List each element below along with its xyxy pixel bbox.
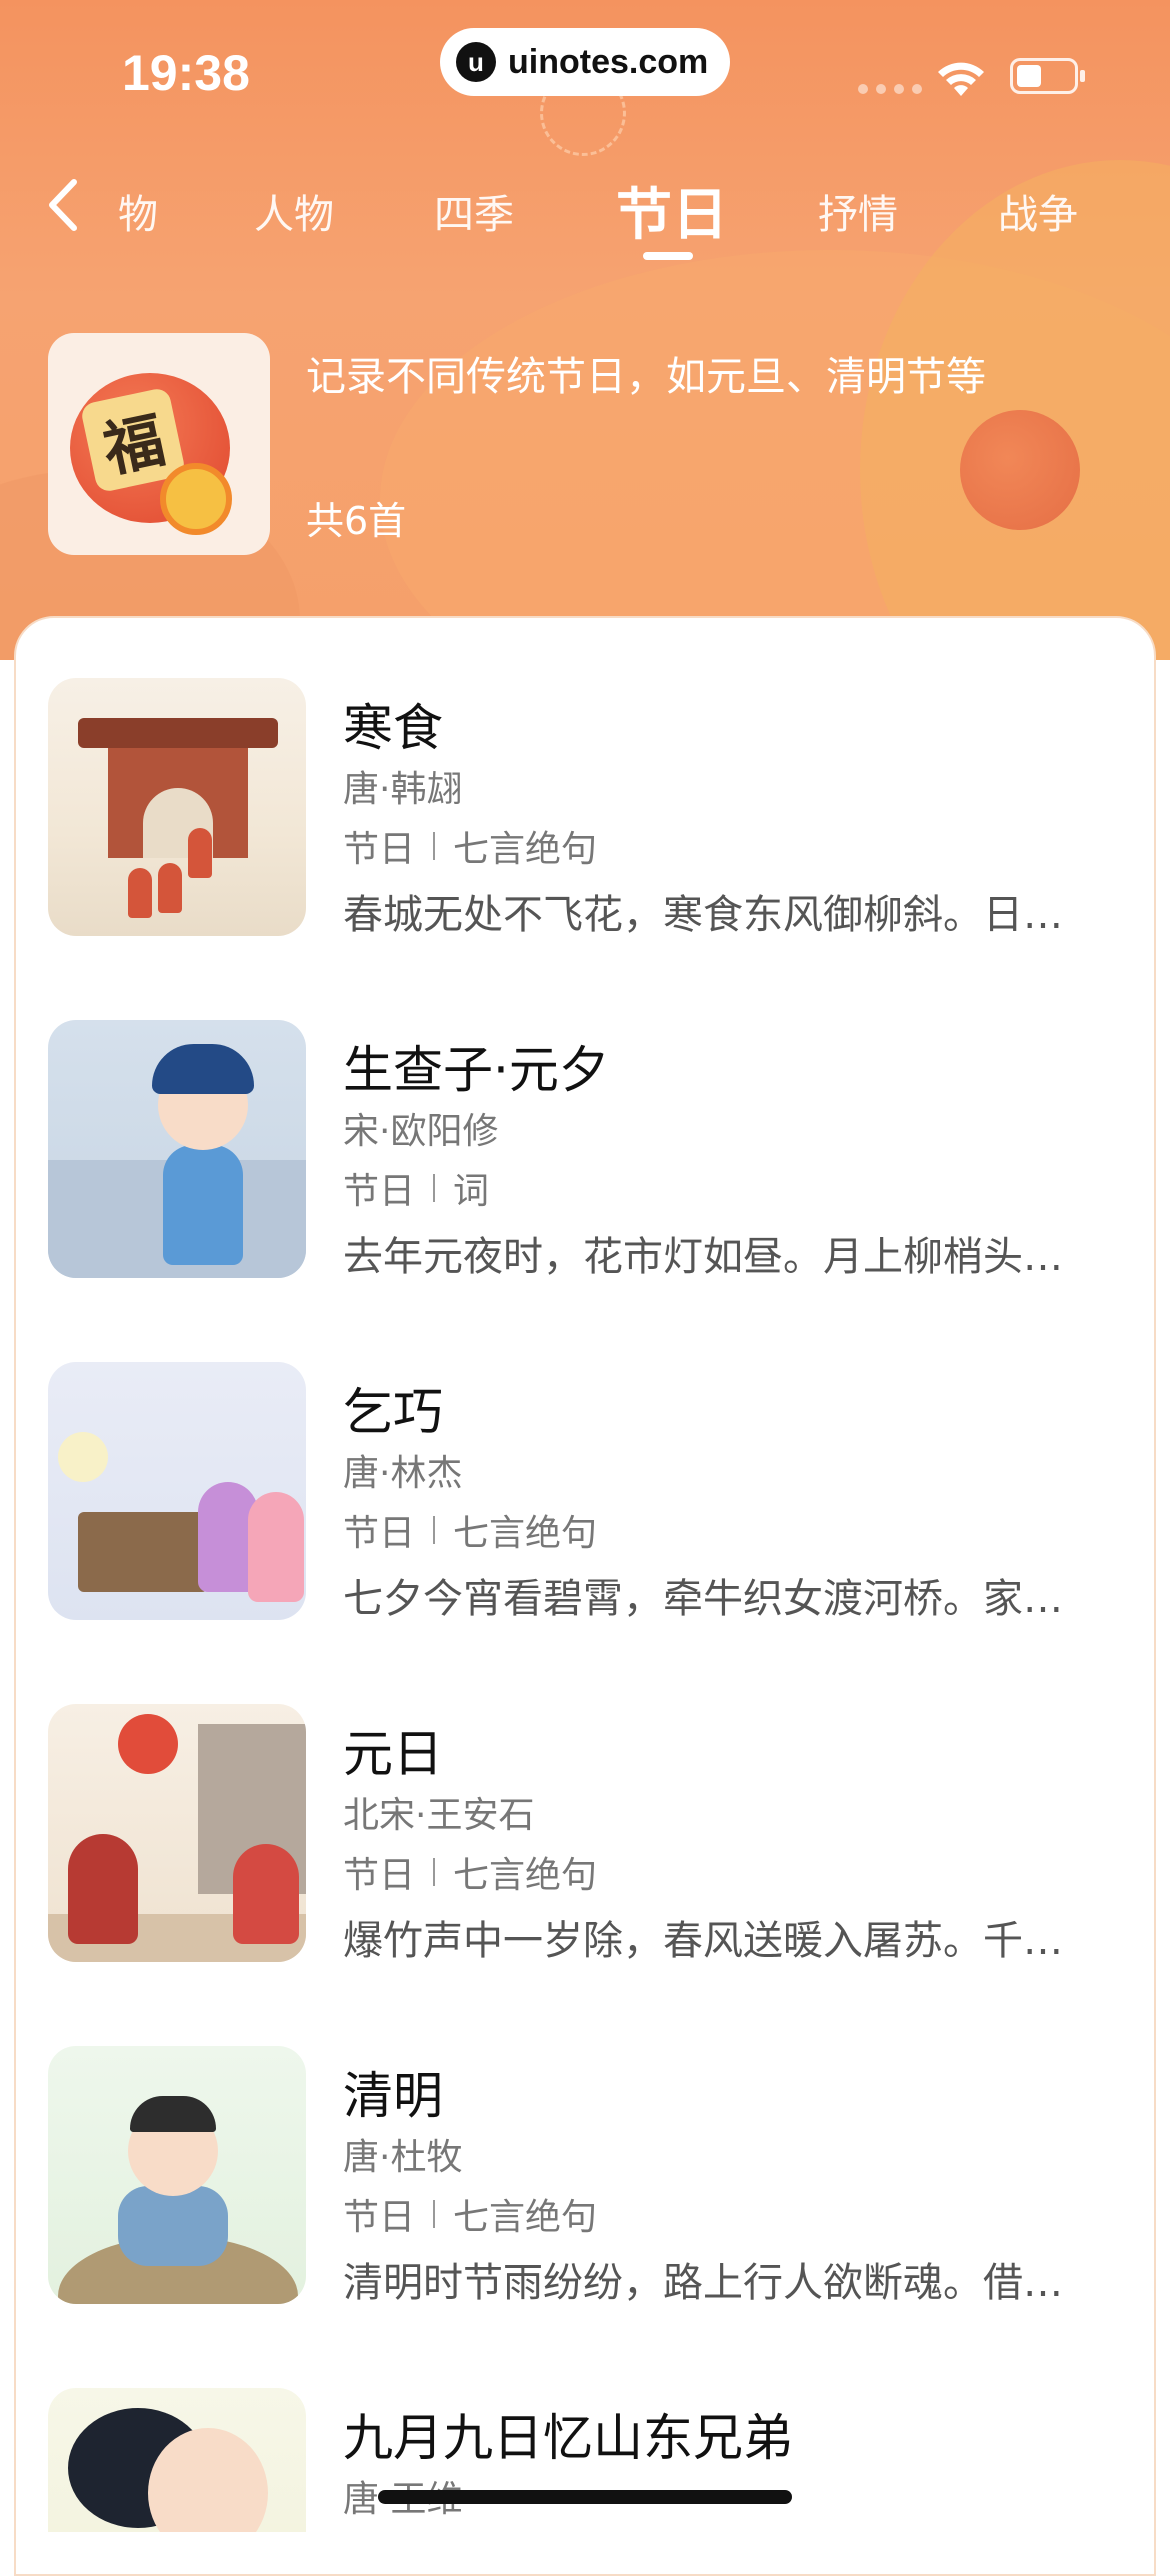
battery-icon — [1010, 58, 1078, 94]
poem-list-item[interactable]: 元日 北宋·王安石 节日 七言绝句 爆竹声中一岁除，春风送暖入屠苏。千… — [0, 1704, 1170, 1984]
poem-category-tag: 节日 — [343, 1855, 416, 1896]
poem-form-tag: 七言绝句 — [453, 1855, 598, 1896]
poem-list-item[interactable]: 清明 唐·杜牧 节日 七言绝句 清明时节雨纷纷，路上行人欲断魂。借… — [0, 2046, 1170, 2326]
poem-count: 共6首 — [306, 499, 407, 543]
poem-title: 生查子·元夕 — [343, 1041, 609, 1099]
poem-author: 唐·林杰 — [343, 1453, 463, 1494]
coin-illustration — [160, 463, 232, 535]
poem-list-item[interactable]: 寒食 唐·韩翃 节日 七言绝句 春城无处不飞花，寒食东风御柳斜。日… — [0, 678, 1170, 958]
poem-title: 清明 — [343, 2067, 443, 2125]
poem-form-tag: 词 — [453, 1171, 490, 1212]
tab-renwu[interactable]: 人物 — [254, 182, 334, 240]
poem-tags: 节日 七言绝句 — [343, 1846, 597, 1898]
poem-list-item[interactable]: 生查子·元夕 宋·欧阳修 节日 词 去年元夜时，花市灯如昼。月上柳梢头… — [0, 1020, 1170, 1300]
poem-thumbnail — [48, 2046, 306, 2304]
poem-title: 寒食 — [343, 699, 443, 757]
poem-tags: 节日 七言绝句 — [343, 2188, 597, 2240]
poem-excerpt: 春城无处不飞花，寒食东风御柳斜。日… — [343, 892, 1063, 938]
poem-form-tag: 七言绝句 — [453, 829, 598, 870]
category-thumbnail: 福 — [48, 333, 270, 555]
poem-category-tag: 节日 — [343, 829, 416, 870]
poem-thumbnail — [48, 1704, 306, 1962]
poem-excerpt: 去年元夜时，花市灯如昼。月上柳梢头… — [343, 1234, 1063, 1280]
poem-author: 北宋·王安石 — [343, 1795, 535, 1836]
poem-list-item[interactable]: 九月九日忆山东兄弟 唐·王维 — [0, 2388, 1170, 2532]
tag-separator — [433, 832, 436, 860]
tab-zhanzheng[interactable]: 战争 — [998, 182, 1078, 240]
poem-title: 元日 — [343, 1725, 443, 1783]
category-description: 记录不同传统节日，如元旦、清明节等 — [306, 354, 986, 400]
tab-shuqing[interactable]: 抒情 — [818, 182, 898, 240]
status-time: 19:38 — [122, 45, 250, 101]
poem-excerpt: 清明时节雨纷纷，路上行人欲断魂。借… — [343, 2260, 1063, 2306]
poem-title: 九月九日忆山东兄弟 — [343, 2409, 793, 2467]
poem-form-tag: 七言绝句 — [453, 1513, 598, 1554]
poem-category-tag: 节日 — [343, 1171, 416, 1212]
lantern-decoration — [960, 410, 1080, 530]
poem-category-tag: 节日 — [343, 2197, 416, 2238]
tag-separator — [433, 1516, 436, 1544]
poem-title: 乞巧 — [343, 1383, 443, 1441]
tag-separator — [433, 2200, 436, 2228]
tab-siji[interactable]: 四季 — [434, 182, 514, 240]
poem-author: 唐·韩翃 — [343, 769, 463, 810]
watermark-pill: u uinotes.com — [440, 28, 730, 96]
poem-tags: 节日 七言绝句 — [343, 1504, 597, 1556]
active-tab-indicator — [643, 252, 693, 260]
wifi-icon — [938, 62, 984, 96]
poem-author: 宋·欧阳修 — [343, 1111, 499, 1152]
watermark-text: uinotes.com — [508, 42, 709, 81]
poem-category-tag: 节日 — [343, 1513, 416, 1554]
tab-wu[interactable]: 物 — [118, 182, 158, 240]
back-chevron-icon[interactable] — [40, 170, 90, 240]
tab-jieri[interactable]: 节日 — [616, 170, 728, 251]
poem-tags: 节日 词 — [343, 1162, 489, 1214]
uinotes-logo-icon: u — [456, 42, 496, 82]
poem-tags: 节日 七言绝句 — [343, 820, 597, 872]
battery-tip — [1080, 70, 1085, 82]
poem-thumbnail — [48, 1020, 306, 1278]
cellular-signal-icon — [858, 84, 922, 94]
poem-thumbnail — [48, 2388, 306, 2532]
poem-list-item[interactable]: 乞巧 唐·林杰 节日 七言绝句 七夕今宵看碧霄，牵牛织女渡河桥。家… — [0, 1362, 1170, 1642]
tag-separator — [433, 1174, 436, 1202]
poem-author: 唐·杜牧 — [343, 2137, 463, 2178]
poem-excerpt: 爆竹声中一岁除，春风送暖入屠苏。千… — [343, 1918, 1063, 1964]
tag-separator — [433, 1858, 436, 1886]
poem-thumbnail — [48, 678, 306, 936]
poem-excerpt: 七夕今宵看碧霄，牵牛织女渡河桥。家… — [343, 1576, 1063, 1622]
poem-thumbnail — [48, 1362, 306, 1620]
poem-form-tag: 七言绝句 — [453, 2197, 598, 2238]
home-indicator[interactable] — [378, 2490, 792, 2504]
